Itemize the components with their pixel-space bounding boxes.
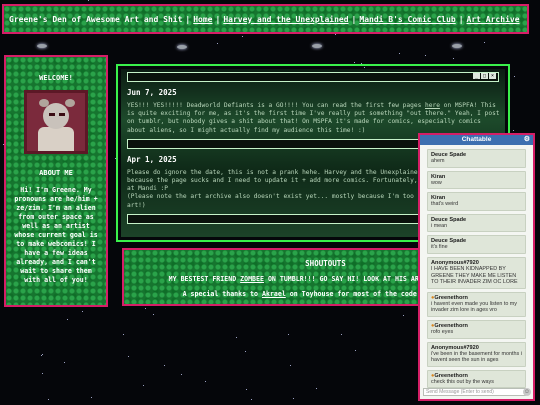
sidebar: WELCOME! ABOUT ME Hi! I'm Greene. My pro…	[4, 55, 108, 307]
ufo-icon	[177, 45, 187, 49]
about-me-text: Hi! I'm Greene. My pronouns are he/him +…	[14, 186, 98, 284]
star	[67, 319, 68, 320]
chat-message: Deuce Spade i mean	[427, 213, 526, 233]
avatar	[24, 90, 88, 154]
zombee-link[interactable]: ZOMBEE	[240, 275, 264, 283]
star	[128, 356, 129, 357]
maximize-icon[interactable]: □	[481, 73, 488, 79]
chat-message: Deuce Spade it's fine	[427, 235, 526, 254]
post-window-bar: _ □ ×	[127, 72, 499, 82]
star	[513, 130, 514, 131]
ufo-icon	[312, 44, 322, 48]
minimize-icon[interactable]: _	[473, 73, 480, 79]
chat-message-text: i've been in the basement for months i h…	[431, 350, 522, 364]
star	[42, 354, 43, 355]
site-title: Greene's Den of Awesome Art and Shit	[9, 14, 183, 24]
star	[484, 42, 485, 43]
ufo-icon	[452, 44, 462, 48]
gear-icon[interactable]: ⚙	[524, 135, 530, 145]
chat-message-text: I HAVE BEEN KIDNAPPED BY GREENE THEY MAK…	[431, 265, 518, 286]
chat-message-text: wow	[431, 179, 442, 186]
star	[335, 34, 336, 35]
chat-message-text: it's fine	[431, 244, 448, 251]
chat-message: Kiran wow	[427, 170, 526, 190]
post-date: Jun 7, 2025	[127, 88, 177, 97]
star	[341, 334, 342, 335]
top-nav-bar: Greene's Den of Awesome Art and Shit | H…	[2, 4, 529, 34]
star	[42, 373, 43, 374]
akrael-link[interactable]: Akrael	[262, 290, 286, 298]
chat-title: Chattable	[461, 136, 492, 143]
chat-message: ●Greenethorn check this out by the ways	[427, 369, 526, 389]
star	[245, 351, 246, 352]
star	[64, 362, 65, 363]
nav-link-comic-club[interactable]: Mandi B's Comic Club	[359, 15, 455, 24]
star	[164, 365, 165, 366]
emoji-icon[interactable]: ☺	[523, 388, 531, 396]
star	[48, 399, 49, 400]
star	[355, 350, 356, 351]
star	[143, 385, 144, 386]
chat-message: ●Greenethorn rofo eyes	[427, 319, 526, 339]
star	[403, 315, 404, 316]
chat-message: ●Greenethorn i havent even made you liste…	[427, 291, 526, 317]
star	[290, 365, 291, 366]
chat-header: Chattable ⚙	[420, 135, 533, 145]
about-me-heading: ABOUT ME	[39, 169, 73, 177]
close-icon[interactable]: ×	[489, 73, 496, 79]
chat-message-list[interactable]: Deuce Spade ahem Kiran wow Kiran that's weird…	[420, 145, 533, 391]
star	[91, 397, 92, 398]
star	[354, 62, 355, 63]
star	[316, 388, 317, 389]
chat-message: Kiran that's weird	[427, 192, 526, 211]
chat-message: Deuce Spade ahem	[427, 149, 526, 168]
chat-message-input[interactable]: Send Message (Enter to send)	[423, 388, 526, 396]
chat-message-text: i havent even made you listen to my inva…	[431, 300, 517, 314]
star	[288, 334, 289, 335]
chat-message-text: ahem	[431, 158, 445, 164]
nav-link-home[interactable]: Home	[193, 15, 212, 24]
star	[514, 76, 515, 77]
star	[145, 308, 146, 309]
chat-message-text: that's weird	[431, 201, 459, 208]
chat-message-text: i mean	[431, 222, 448, 229]
ufo-icon	[37, 44, 47, 48]
chat-message-text: rofo eyes	[431, 328, 454, 335]
star	[205, 381, 206, 382]
star	[453, 58, 454, 59]
nav-link-art-archive[interactable]: Art Archive	[467, 15, 520, 24]
star	[123, 334, 124, 335]
star	[82, 311, 83, 312]
nav-link-harvey[interactable]: Harvey and the Unexplained	[223, 15, 348, 24]
star	[88, 0, 89, 1]
star	[251, 399, 252, 400]
star	[181, 374, 182, 375]
chat-message: Anonymous#7920 I HAVE BEEN KIDNAPPED BY G…	[427, 256, 526, 289]
mspfa-link[interactable]: here	[425, 102, 440, 109]
star	[425, 55, 426, 56]
star	[236, 337, 237, 338]
star	[293, 398, 294, 399]
chat-widget: Chattable ⚙ Deuce Spade ahem Kiran wow Kiran…	[418, 133, 535, 401]
chat-message-text: check this out by the ways	[431, 378, 494, 385]
star	[41, 355, 42, 356]
welcome-heading: WELCOME!	[39, 74, 73, 82]
star	[153, 314, 154, 315]
star	[399, 53, 400, 54]
chat-message: Anonymous#7920 i've been in the basement …	[427, 341, 526, 367]
post-body: YES!!! YES!!!!! Deadworld Defiants is a …	[127, 102, 504, 134]
star	[246, 389, 247, 390]
star	[217, 43, 218, 44]
star	[242, 36, 243, 37]
